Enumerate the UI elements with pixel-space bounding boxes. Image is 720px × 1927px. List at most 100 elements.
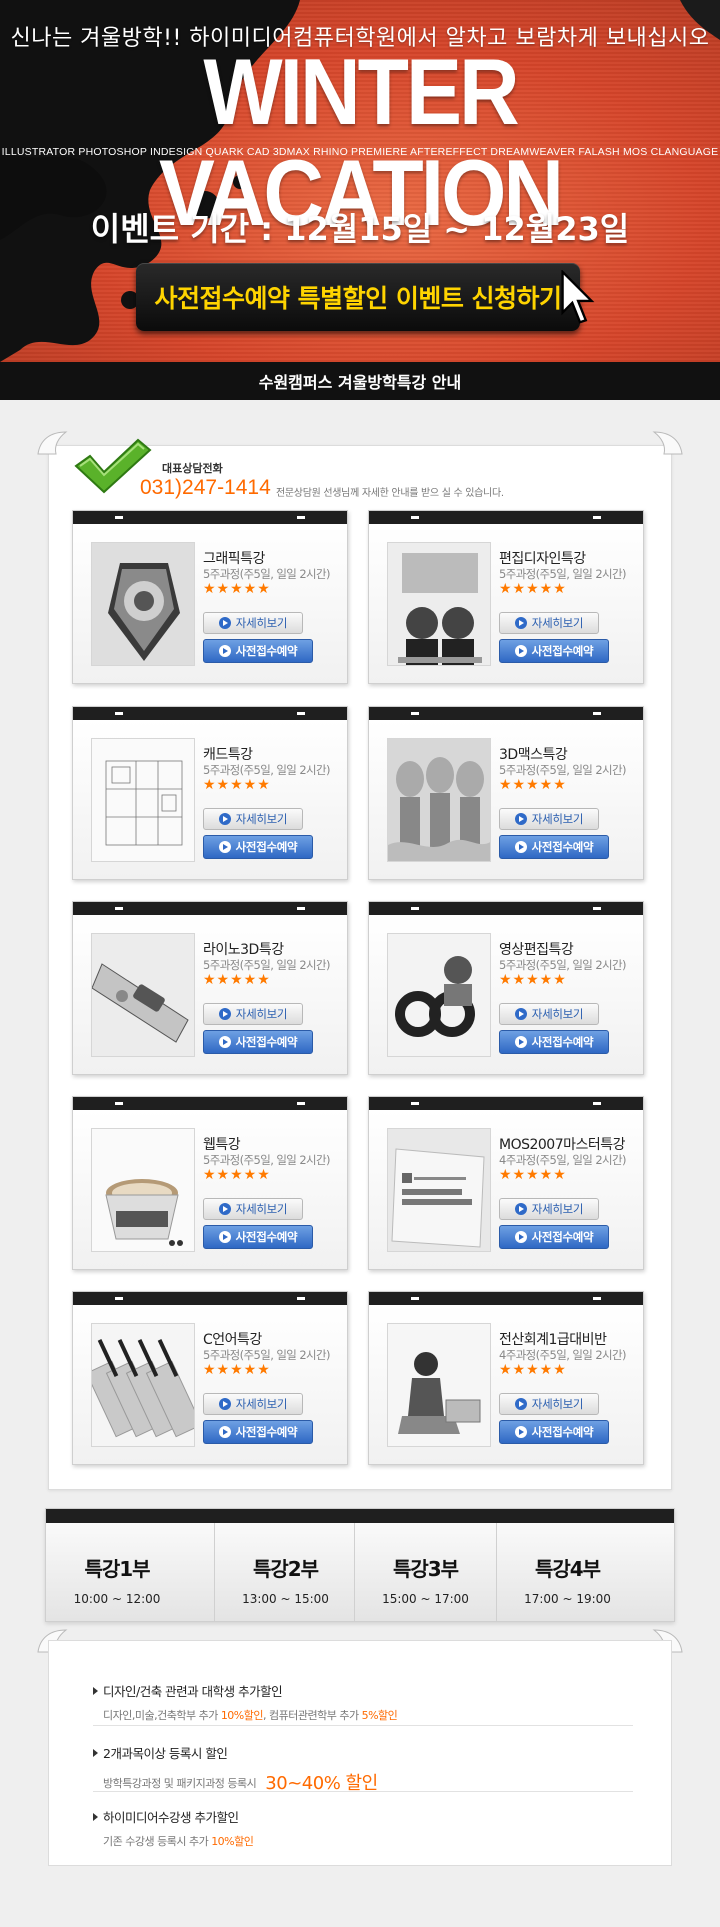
discount-text: 기존 수강생 등록시 추가 bbox=[103, 1835, 212, 1848]
reserve-button-label: 사전접수예약 bbox=[531, 840, 594, 854]
reserve-button[interactable]: 사전접수예약 bbox=[203, 639, 313, 663]
course-thumbnail[interactable] bbox=[387, 542, 491, 666]
arrow-right-icon bbox=[514, 1426, 527, 1438]
course-title[interactable]: 3D맥스특강 bbox=[499, 744, 568, 764]
arrow-right-icon bbox=[218, 1008, 231, 1020]
course-title[interactable]: 전산회계1급대비반 bbox=[499, 1329, 607, 1349]
detail-button[interactable]: 자세히보기 bbox=[499, 1198, 599, 1220]
course-thumbnail[interactable] bbox=[387, 1323, 491, 1447]
reserve-button[interactable]: 사전접수예약 bbox=[499, 835, 609, 859]
detail-button[interactable]: 자세히보기 bbox=[499, 1393, 599, 1415]
detail-button-label: 자세히보기 bbox=[531, 812, 584, 826]
schedule-slot: 특강3부 15:00 ~ 17:00 bbox=[354, 1523, 496, 1621]
course-subtitle: 5주과정(주5일, 일일 2시간) bbox=[499, 567, 627, 581]
detail-button[interactable]: 자세히보기 bbox=[203, 1003, 303, 1025]
course-title[interactable]: MOS2007마스터특강 bbox=[499, 1134, 626, 1154]
contact-phone[interactable]: 031)247-1414 bbox=[140, 476, 271, 500]
reserve-button[interactable]: 사전접수예약 bbox=[499, 1225, 609, 1249]
reserve-button[interactable]: 사전접수예약 bbox=[499, 639, 609, 663]
course-thumbnail[interactable] bbox=[91, 1323, 195, 1447]
reserve-button[interactable]: 사전접수예약 bbox=[499, 1030, 609, 1054]
discount-title: 하이미디어수강생 추가할인 bbox=[93, 1807, 633, 1826]
course-subtitle: 5주과정(주5일, 일일 2시간) bbox=[203, 567, 331, 581]
slot-name: 특강4부 bbox=[534, 1557, 601, 1581]
rating-stars-icon: ★★★★★ bbox=[203, 1362, 271, 1378]
discount-item: 디자인/건축 관련과 대학생 추가할인 디자인,미술,건축학부 추가 10%할인… bbox=[93, 1681, 633, 1723]
campus-banner-title: 수원캠퍼스 겨울방학특강 안내 bbox=[258, 373, 462, 392]
detail-button[interactable]: 자세히보기 bbox=[203, 1393, 303, 1415]
course-subtitle: 4주과정(주5일, 일일 2시간) bbox=[499, 1348, 627, 1362]
reserve-button[interactable]: 사전접수예약 bbox=[203, 835, 313, 859]
reserve-button[interactable]: 사전접수예약 bbox=[203, 1225, 313, 1249]
reserve-button-label: 사전접수예약 bbox=[235, 1230, 298, 1244]
detail-button[interactable]: 자세히보기 bbox=[203, 612, 303, 634]
course-title[interactable]: 캐드특강 bbox=[203, 744, 253, 764]
course-title[interactable]: 영상편집특강 bbox=[499, 939, 574, 959]
reserve-button[interactable]: 사전접수예약 bbox=[203, 1420, 313, 1444]
reserve-button[interactable]: 사전접수예약 bbox=[499, 1420, 609, 1444]
rating-stars-icon: ★★★★★ bbox=[203, 972, 271, 988]
course-thumbnail[interactable] bbox=[91, 933, 195, 1057]
reserve-button-label: 사전접수예약 bbox=[235, 644, 298, 658]
course-subtitle: 5주과정(주5일, 일일 2시간) bbox=[203, 1348, 331, 1362]
arrow-right-icon bbox=[514, 813, 527, 825]
course-thumbnail[interactable] bbox=[387, 738, 491, 862]
course-title[interactable]: 웹특강 bbox=[203, 1134, 241, 1154]
program-list: ILLUSTRATOR PHOTOSHOP INDESIGN QUARK CAD… bbox=[1, 146, 719, 158]
arrow-right-icon bbox=[218, 1398, 231, 1410]
rating-stars-icon: ★★★★★ bbox=[203, 1167, 271, 1183]
contact-label: 대표상담전화 bbox=[162, 462, 223, 475]
schedule-panel: 특강1부 10:00 ~ 12:00 특강2부 13:00 ~ 15:00 특강… bbox=[45, 1508, 675, 1622]
discount-title: 디자인/건축 관련과 대학생 추가할인 bbox=[93, 1681, 633, 1700]
detail-button-label: 자세히보기 bbox=[235, 616, 288, 630]
course-thumbnail[interactable] bbox=[91, 1128, 195, 1252]
course-thumbnail[interactable] bbox=[387, 933, 491, 1057]
detail-button-label: 자세히보기 bbox=[235, 1202, 288, 1216]
card-body: C언어특강 5주과정(주5일, 일일 2시간) ★★★★★ 자세히보기사전접수예약 bbox=[73, 1305, 347, 1464]
card-header-bar bbox=[73, 1292, 347, 1305]
course-thumbnail[interactable] bbox=[91, 738, 195, 862]
reserve-button-label: 사전접수예약 bbox=[531, 1425, 594, 1439]
course-title[interactable]: C언어특강 bbox=[203, 1329, 262, 1349]
course-title[interactable]: 라이노3D특강 bbox=[203, 939, 284, 959]
campus-banner: 수원캠퍼스 겨울방학특강 안내 bbox=[0, 362, 720, 400]
slot-name: 특강1부 bbox=[84, 1557, 150, 1581]
card-body: 편집디자인특강 5주과정(주5일, 일일 2시간) ★★★★★ 자세히보기 사전접수예약 bbox=[369, 524, 643, 683]
divider bbox=[93, 1725, 633, 1726]
discount-desc: 기존 수강생 등록시 추가 10%할인 bbox=[103, 1833, 633, 1849]
detail-button[interactable]: 자세히보기 bbox=[499, 808, 599, 830]
course-subtitle: 5주과정(주5일, 일일 2시간) bbox=[203, 1153, 331, 1167]
rating-stars-icon: ★★★★★ bbox=[499, 777, 567, 793]
reserve-button[interactable]: 사전접수예약 bbox=[203, 1030, 313, 1054]
contact-info: 대표상담전화 031)247-1414 전문상담원 선생님께 자세한 안내를 받… bbox=[72, 436, 672, 506]
rating-stars-icon: ★★★★★ bbox=[203, 581, 271, 597]
course-thumbnail[interactable] bbox=[387, 1128, 491, 1252]
discount-panel: 디자인/건축 관련과 대학생 추가할인 디자인,미술,건축학부 추가 10%할인… bbox=[48, 1640, 672, 1866]
arrow-right-icon bbox=[514, 617, 527, 629]
rating-stars-icon: ★★★★★ bbox=[499, 972, 567, 988]
course-thumbnail[interactable] bbox=[91, 542, 195, 666]
course-title[interactable]: 편집디자인특강 bbox=[499, 548, 586, 568]
arrow-right-icon bbox=[218, 1231, 231, 1243]
discount-text: 디자인,미술,건축학부 추가 bbox=[103, 1709, 221, 1722]
detail-button[interactable]: 자세히보기 bbox=[499, 1003, 599, 1025]
card-body: 웹특강 5주과정(주5일, 일일 2시간) ★★★★★ 자세히보기사전접수예약 bbox=[73, 1110, 347, 1269]
reserve-button-label: 사전접수예약 bbox=[531, 1035, 594, 1049]
rating-stars-icon: ★★★★★ bbox=[203, 777, 271, 793]
course-card: C언어특강 5주과정(주5일, 일일 2시간) ★★★★★ 자세히보기사전접수예약 bbox=[72, 1291, 348, 1465]
detail-button[interactable]: 자세히보기 bbox=[203, 808, 303, 830]
detail-button-label: 자세히보기 bbox=[235, 1007, 288, 1021]
detail-button[interactable]: 자세히보기 bbox=[499, 612, 599, 634]
course-title[interactable]: 그래픽특강 bbox=[203, 548, 265, 568]
card-header-bar bbox=[369, 511, 643, 524]
discount-text: , 컴퓨터관련학부 추가 bbox=[263, 1709, 362, 1722]
course-subtitle: 5주과정(주5일, 일일 2시간) bbox=[499, 958, 627, 972]
discount-title: 2개과목이상 등록시 할인 bbox=[93, 1743, 633, 1762]
arrow-right-icon bbox=[514, 1231, 527, 1243]
course-subtitle: 5주과정(주5일, 일일 2시간) bbox=[499, 763, 627, 777]
card-body: 영상편집특강 5주과정(주5일, 일일 2시간) ★★★★★ 자세히보기사전접수예약 bbox=[369, 915, 643, 1074]
card-header-bar bbox=[369, 1097, 643, 1110]
detail-button[interactable]: 자세히보기 bbox=[203, 1198, 303, 1220]
event-apply-button[interactable]: 사전접수예약 특별할인 이벤트 신청하기 bbox=[136, 263, 580, 331]
arrow-right-icon bbox=[514, 1036, 527, 1048]
